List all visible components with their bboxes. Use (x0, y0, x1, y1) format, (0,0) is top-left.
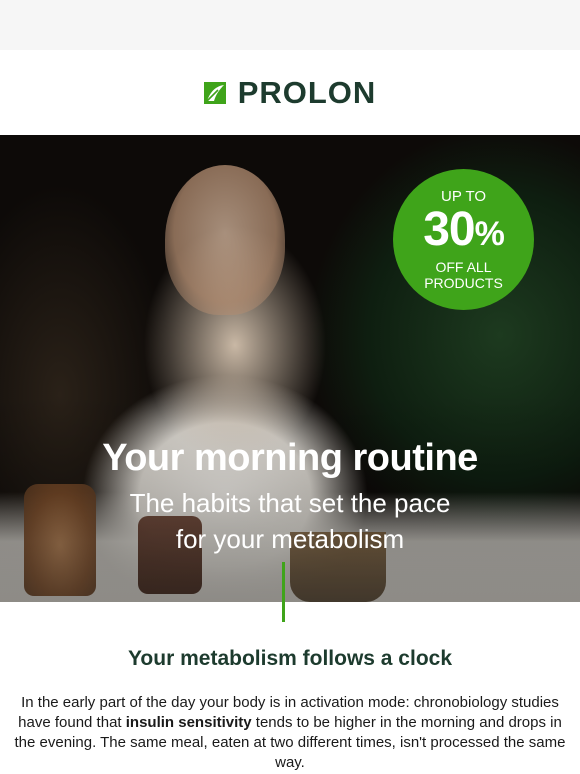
prolon-leaf-icon (203, 81, 226, 104)
section-divider-line (282, 562, 285, 622)
badge-percent-sign: % (474, 214, 505, 253)
brand-logo-text[interactable]: PROLON (238, 75, 377, 111)
badge-number: 30 (423, 202, 475, 256)
hero-subtitle-line-2: for your metabolism (175, 524, 405, 554)
hero-subtitle: The habits that set the pace for your me… (0, 485, 580, 557)
hero-banner[interactable]: UP TO 30% OFF ALL PRODUCTS Your morning … (0, 135, 580, 602)
hero-title: Your morning routine (102, 437, 478, 479)
hero-subtitle-line-1: The habits that set the pace (129, 488, 451, 518)
header-logo-bar: PROLON (0, 50, 580, 135)
section-title: Your metabolism follows a clock (127, 647, 453, 670)
badge-line-off-all: OFF ALL (435, 258, 492, 275)
body-text-bold-insulin: insulin sensitivity (125, 714, 252, 731)
top-band (0, 0, 580, 50)
section-body-text: In the early part of the day your body i… (6, 693, 574, 773)
discount-badge[interactable]: UP TO 30% OFF ALL PRODUCTS (393, 169, 534, 310)
badge-percentage: 30% (423, 202, 505, 259)
badge-line-products: PRODUCTS (424, 274, 503, 291)
